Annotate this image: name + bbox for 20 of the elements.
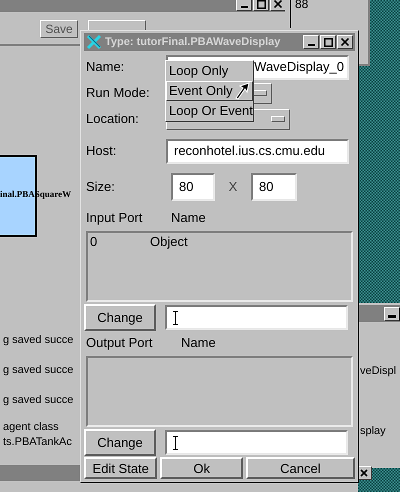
window-text: veDispl [360,364,396,379]
column-header: Output Port [85,334,154,352]
field-label: Location: [85,110,140,128]
field-label: Host: [85,142,118,160]
list-cell-text: Object [150,233,188,252]
window-title: Type: tutorFinal.PBAWaveDisplay [105,34,280,50]
column-header: Name [170,209,206,228]
log-line: g saved succe [3,363,74,377]
log-line: g saved succe [3,393,74,407]
window-text: splay [360,424,386,439]
log-line: ts.PBATankAc [3,435,72,449]
field-label: Run Mode: [85,84,151,102]
field-label: Size: [85,178,116,196]
column-header: Input Port [85,209,144,228]
field-label: Name: [85,58,126,76]
list-cell-text: 0 [89,233,98,252]
log-line: agent class [3,420,59,434]
log-line: g saved succe [3,333,74,347]
size-separator: X [228,178,238,196]
column-header: Name [180,334,216,352]
